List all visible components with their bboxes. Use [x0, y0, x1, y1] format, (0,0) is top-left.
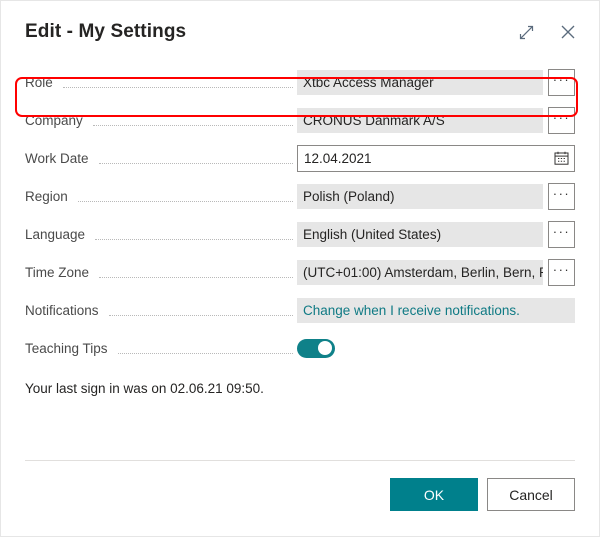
field-control-notifications: Change when I receive notifications. — [297, 297, 575, 323]
field-label-work-date: Work Date — [25, 150, 89, 166]
settings-fields: Role Xtbc Access Manager ··· Company CRO… — [1, 63, 599, 367]
field-label-language: Language — [25, 226, 86, 242]
dot-leader — [62, 74, 293, 88]
calendar-icon[interactable] — [554, 151, 569, 166]
footer-divider — [25, 460, 575, 461]
field-label-role: Role — [25, 74, 53, 90]
field-control-role: Xtbc Access Manager ··· — [297, 68, 575, 96]
field-control-company: CRONUS Danmark A/S ··· — [297, 106, 575, 134]
region-assist-edit-button[interactable]: ··· — [548, 182, 575, 210]
dialog-titlebar: Edit - My Settings — [1, 1, 599, 63]
field-label-company: Company — [25, 112, 83, 128]
dot-leader — [95, 226, 293, 240]
dot-leader — [108, 302, 293, 316]
role-value[interactable]: Xtbc Access Manager — [297, 69, 543, 95]
field-row-time-zone: Time Zone (UTC+01:00) Amsterdam, Berlin,… — [25, 253, 575, 291]
field-row-teaching-tips: Teaching Tips — [25, 329, 575, 367]
dot-leader — [92, 112, 293, 126]
field-label-notifications: Notifications — [25, 302, 99, 318]
language-value[interactable]: English (United States) — [297, 221, 543, 247]
dot-leader — [117, 340, 293, 354]
dot-leader — [98, 150, 293, 164]
field-row-company: Company CRONUS Danmark A/S ··· — [25, 101, 575, 139]
page-title: Edit - My Settings — [25, 21, 187, 42]
field-control-teaching-tips — [297, 338, 575, 358]
dot-leader — [99, 264, 293, 278]
field-label-time-zone: Time Zone — [25, 264, 90, 280]
field-row-work-date: Work Date 12.04.2021 — [25, 139, 575, 177]
company-assist-edit-button[interactable]: ··· — [548, 106, 575, 134]
time-zone-value[interactable]: (UTC+01:00) Amsterdam, Berlin, Bern, Ro.… — [297, 259, 543, 285]
role-assist-edit-button[interactable]: ··· — [548, 68, 575, 96]
my-settings-dialog: Edit - My Settings Role Xtbc Access Mana… — [0, 0, 600, 537]
titlebar-actions — [513, 19, 581, 45]
cancel-button[interactable]: Cancel — [487, 478, 575, 511]
region-value[interactable]: Polish (Poland) — [297, 183, 543, 209]
work-date-input[interactable]: 12.04.2021 — [297, 144, 575, 172]
toggle-knob — [318, 341, 332, 355]
dialog-footer: OK Cancel — [1, 460, 599, 536]
field-row-role: Role Xtbc Access Manager ··· — [25, 63, 575, 101]
close-icon[interactable] — [555, 19, 581, 45]
field-row-notifications: Notifications Change when I receive noti… — [25, 291, 575, 329]
company-value[interactable]: CRONUS Danmark A/S — [297, 107, 543, 133]
time-zone-assist-edit-button[interactable]: ··· — [548, 258, 575, 286]
footer-buttons: OK Cancel — [390, 478, 575, 511]
field-row-language: Language English (United States) ··· — [25, 215, 575, 253]
field-label-region: Region — [25, 188, 68, 204]
teaching-tips-toggle[interactable] — [297, 338, 335, 358]
field-control-work-date: 12.04.2021 — [297, 144, 575, 172]
notifications-link[interactable]: Change when I receive notifications. — [297, 297, 575, 323]
field-control-region: Polish (Poland) ··· — [297, 182, 575, 210]
expand-diagonal-icon[interactable] — [513, 19, 539, 45]
language-assist-edit-button[interactable]: ··· — [548, 220, 575, 248]
field-control-time-zone: (UTC+01:00) Amsterdam, Berlin, Bern, Ro.… — [297, 258, 575, 286]
field-control-language: English (United States) ··· — [297, 220, 575, 248]
ok-button[interactable]: OK — [390, 478, 478, 511]
dot-leader — [77, 188, 293, 202]
last-signin-note: Your last sign in was on 02.06.21 09:50. — [25, 381, 264, 396]
field-row-region: Region Polish (Poland) ··· — [25, 177, 575, 215]
field-label-teaching-tips: Teaching Tips — [25, 340, 108, 356]
